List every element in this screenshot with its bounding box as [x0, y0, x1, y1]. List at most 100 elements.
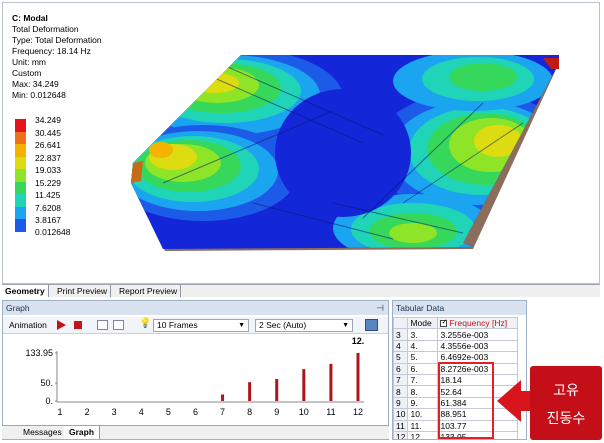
mode-column-header[interactable]: Mode — [407, 316, 439, 330]
export-video-icon[interactable] — [365, 319, 378, 331]
result-title: C: Modal — [12, 13, 48, 23]
tab-graph[interactable]: Graph — [64, 426, 101, 439]
frequency-cell: 4.3556e-003 — [437, 339, 519, 353]
legend-swatch — [15, 219, 26, 232]
result-line: Unit: mm — [12, 57, 46, 67]
result-line: Max: 34.249 — [12, 79, 59, 89]
bar — [221, 394, 225, 401]
duration-select[interactable]: 2 Sec (Auto) ▼ — [255, 319, 353, 332]
table-header-row: Mode Frequency [Hz] — [393, 316, 519, 330]
frequency-header-label: Frequency [Hz] — [449, 318, 508, 329]
x-tick-label: 11 — [326, 407, 335, 417]
natural-frequency-callout: 고유 진동수 — [530, 366, 602, 440]
mode-cell: 9. — [407, 396, 439, 410]
result-line: Custom — [12, 68, 42, 78]
legend-swatch — [15, 181, 26, 194]
bar — [329, 363, 333, 401]
bar — [356, 353, 360, 401]
tab-geometry[interactable]: Geometry — [2, 285, 49, 297]
legend-swatch — [15, 206, 26, 219]
view-tabs: Geometry Print Preview Report Preview — [2, 284, 600, 297]
mode-cell: 4. — [407, 339, 439, 353]
current-mode-label: 12. — [352, 336, 365, 346]
duration-value: 2 Sec (Auto) — [259, 320, 307, 330]
result-line: Total Deformation — [12, 24, 79, 34]
y-tick-label: 50. — [40, 378, 53, 388]
y-tick-label: 133.95 — [25, 348, 53, 358]
chevron-down-icon: ▼ — [238, 322, 245, 329]
bar — [275, 379, 279, 401]
row-index: 4 — [393, 339, 409, 353]
pin-icon[interactable]: ⊣ — [376, 301, 384, 315]
x-tick-label: 7 — [220, 407, 225, 417]
x-tick-label: 8 — [247, 407, 252, 417]
row-index: 3 — [393, 328, 409, 341]
bar — [302, 369, 306, 401]
tabular-panel-header: Tabular Data — [393, 301, 526, 315]
row-index: 8 — [393, 385, 409, 398]
x-tick-label: 9 — [274, 407, 279, 417]
x-tick-label: 10 — [299, 407, 309, 417]
x-tick-label: 6 — [193, 407, 198, 417]
graph-panel-header: Graph ⊣ — [3, 301, 388, 315]
tab-messages[interactable]: Messages — [18, 426, 68, 439]
result-line: Type: Total Deformation — [12, 35, 102, 45]
result-line: Frequency: 18.14 Hz — [12, 46, 91, 56]
callout-line-2: 진동수 — [546, 410, 586, 426]
row-index: 6 — [393, 362, 409, 375]
legend-swatch — [15, 156, 26, 169]
frequency-cell: 3.2556e-003 — [437, 328, 519, 341]
geometry-viewport[interactable]: C: Modal Total Deformation Type: Total D… — [2, 2, 600, 284]
lightbulb-icon[interactable]: 💡 — [139, 318, 151, 329]
legend-swatch — [15, 144, 26, 157]
legend-label: 30.445 — [35, 127, 61, 138]
row-index: 5 — [393, 351, 409, 364]
legend-label: 11.425 — [35, 190, 61, 200]
mode-cell: 6. — [407, 362, 439, 375]
x-tick-label: 5 — [166, 407, 171, 417]
row-index: 10 — [393, 408, 409, 421]
animation-label: Animation — [9, 320, 47, 330]
result-line: Min: 0.012648 — [12, 90, 66, 100]
mode-cell: 3. — [407, 328, 439, 341]
legend-swatch — [15, 119, 26, 132]
workbench-window: C: Modal Total Deformation Type: Total D… — [0, 0, 604, 443]
checkbox-icon[interactable] — [440, 318, 448, 328]
row-index-header — [393, 316, 409, 330]
distributed-frames-icon[interactable] — [97, 320, 108, 330]
bar — [248, 382, 252, 401]
legend-label: 0.012648 — [35, 227, 71, 237]
tab-report-preview[interactable]: Report Preview — [116, 285, 182, 297]
mode-cell: 11. — [407, 419, 439, 432]
x-tick-label: 4 — [139, 407, 144, 417]
x-tick-label: 12 — [353, 407, 363, 417]
graph-panel: Graph ⊣ Animation 💡 10 Frames ▼ 2 Sec (Au… — [2, 300, 389, 440]
x-tick-label: 1 — [57, 407, 62, 417]
graph-panel-title: Graph — [6, 303, 30, 313]
legend-label: 26.641 — [35, 140, 61, 150]
x-tick-label: 3 — [112, 407, 117, 417]
frequency-column-header[interactable]: Frequency [Hz] — [437, 316, 519, 330]
table-row[interactable]: 4 4. 4.3556e-003 — [393, 339, 519, 353]
mode-cell: 8. — [407, 385, 439, 398]
mode-cell: 5. — [407, 351, 439, 364]
natural-frequency-highlight-box — [438, 362, 494, 439]
mode-cell: 10. — [407, 408, 439, 421]
legend-label: 34.249 — [35, 115, 61, 125]
callout-line-1: 고유 — [553, 382, 579, 398]
result-frames-icon[interactable] — [113, 320, 124, 330]
legend-swatch — [15, 194, 26, 207]
play-icon[interactable] — [57, 320, 66, 330]
row-index: 7 — [393, 373, 409, 387]
arrow-left-icon — [497, 380, 521, 422]
mode-cell: 7. — [407, 373, 439, 387]
frequency-bar-chart[interactable]: 133.9550.0.1 2 3 4 5 6 7 8 9 10 11 1212. — [3, 335, 388, 425]
stop-icon[interactable] — [74, 321, 82, 329]
chevron-down-icon: ▼ — [342, 322, 349, 329]
tab-print-preview[interactable]: Print Preview — [54, 285, 112, 297]
frames-select[interactable]: 10 Frames ▼ — [153, 319, 249, 332]
legend-label: 22.837 — [35, 152, 61, 163]
animation-toolbar: Animation 💡 10 Frames ▼ 2 Sec (Auto) ▼ — [3, 317, 388, 334]
table-row[interactable]: 3 3. 3.2556e-003 — [393, 328, 519, 341]
row-index: 11 — [393, 419, 409, 432]
